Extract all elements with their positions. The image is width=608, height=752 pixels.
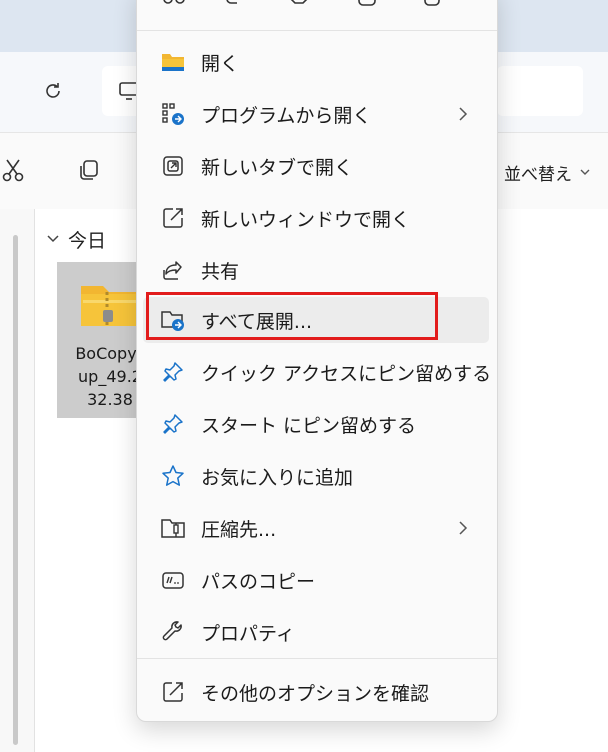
folder-open-icon	[161, 50, 185, 74]
menu-item-copy-path[interactable]: パスのコピー	[143, 557, 489, 603]
chevron-down-icon	[47, 235, 59, 243]
menu-item-open-new-window[interactable]: 新しいウィンドウで開く	[143, 195, 489, 241]
copy-button[interactable]	[76, 156, 102, 184]
star-icon	[161, 464, 185, 488]
menu-item-label: 新しいウィンドウで開く	[201, 208, 411, 231]
copy-path-icon	[161, 568, 185, 592]
open-with-icon	[161, 102, 185, 126]
refresh-button[interactable]	[40, 78, 66, 104]
more-options-icon	[161, 680, 185, 704]
menu-item-show-more-options[interactable]: その他のオプションを確認	[143, 669, 489, 715]
menu-item-label: 共有	[201, 260, 240, 283]
cut-button[interactable]	[0, 156, 26, 184]
group-header-today[interactable]: 今日	[46, 226, 106, 252]
new-tab-icon	[161, 154, 185, 178]
menu-item-compress-to[interactable]: 圧縮先...	[143, 505, 489, 551]
menu-separator	[137, 30, 497, 31]
chevron-down-icon	[580, 169, 590, 175]
group-header-label: 今日	[68, 229, 107, 252]
pin-icon	[161, 360, 185, 384]
copy-icon	[80, 160, 98, 180]
navigation-pane	[0, 209, 35, 752]
pin-icon	[161, 412, 185, 436]
menu-item-add-favorites[interactable]: お気に入りに追加	[143, 453, 489, 499]
nav-scrollbar[interactable]	[13, 235, 18, 745]
menu-item-open-with[interactable]: プログラムから開く	[143, 91, 489, 137]
compress-icon	[161, 516, 185, 540]
annotation-highlight-frame	[146, 292, 438, 340]
chevron-right-icon	[459, 521, 468, 535]
menu-separator	[137, 658, 497, 659]
delete-icon[interactable]	[420, 0, 444, 11]
quick-actions-row	[137, 0, 497, 27]
menu-item-label: クイック アクセスにピン留めする	[201, 362, 492, 385]
copy-icon[interactable]	[221, 0, 245, 11]
menu-item-open-new-tab[interactable]: 新しいタブで開く	[143, 143, 489, 189]
share-icon[interactable]	[287, 0, 311, 11]
new-window-icon	[161, 206, 185, 230]
search-box[interactable]	[497, 66, 583, 116]
menu-item-label: パスのコピー	[201, 570, 316, 593]
menu-item-pin-quick-access[interactable]: クイック アクセスにピン留めする	[143, 349, 492, 395]
sort-button[interactable]: 並べ替え	[504, 158, 590, 186]
wrench-icon	[161, 620, 185, 644]
chevron-right-icon	[459, 107, 468, 121]
share-icon	[161, 258, 185, 282]
context-menu: 開く プログラムから開く 新しいタブで開く 新しいウィンドウで開く 共有 すべて	[136, 0, 498, 722]
menu-item-share[interactable]: 共有	[143, 247, 489, 293]
menu-item-label: プログラムから開く	[201, 104, 372, 127]
menu-item-label: お気に入りに追加	[201, 466, 354, 489]
cut-icon[interactable]	[162, 0, 186, 11]
menu-item-pin-start[interactable]: スタート にピン留めする	[143, 401, 489, 447]
menu-item-open[interactable]: 開く	[143, 39, 489, 85]
cut-icon	[2, 159, 24, 182]
zip-folder-icon	[81, 286, 139, 326]
rename-icon[interactable]	[355, 0, 379, 11]
zip-file-item[interactable]: BoCopy_ up_49.2 32.38	[57, 262, 145, 418]
sort-label: 並べ替え	[504, 164, 572, 185]
menu-item-label: 開く	[201, 52, 240, 75]
menu-item-properties[interactable]: プロパティ	[143, 609, 489, 655]
menu-item-label: その他のオプションを確認	[201, 682, 430, 705]
menu-item-label: プロパティ	[201, 622, 295, 645]
menu-item-label: 圧縮先...	[201, 518, 277, 541]
menu-item-label: スタート にピン留めする	[201, 414, 417, 437]
refresh-icon	[46, 83, 60, 98]
menu-item-label: 新しいタブで開く	[201, 156, 354, 179]
